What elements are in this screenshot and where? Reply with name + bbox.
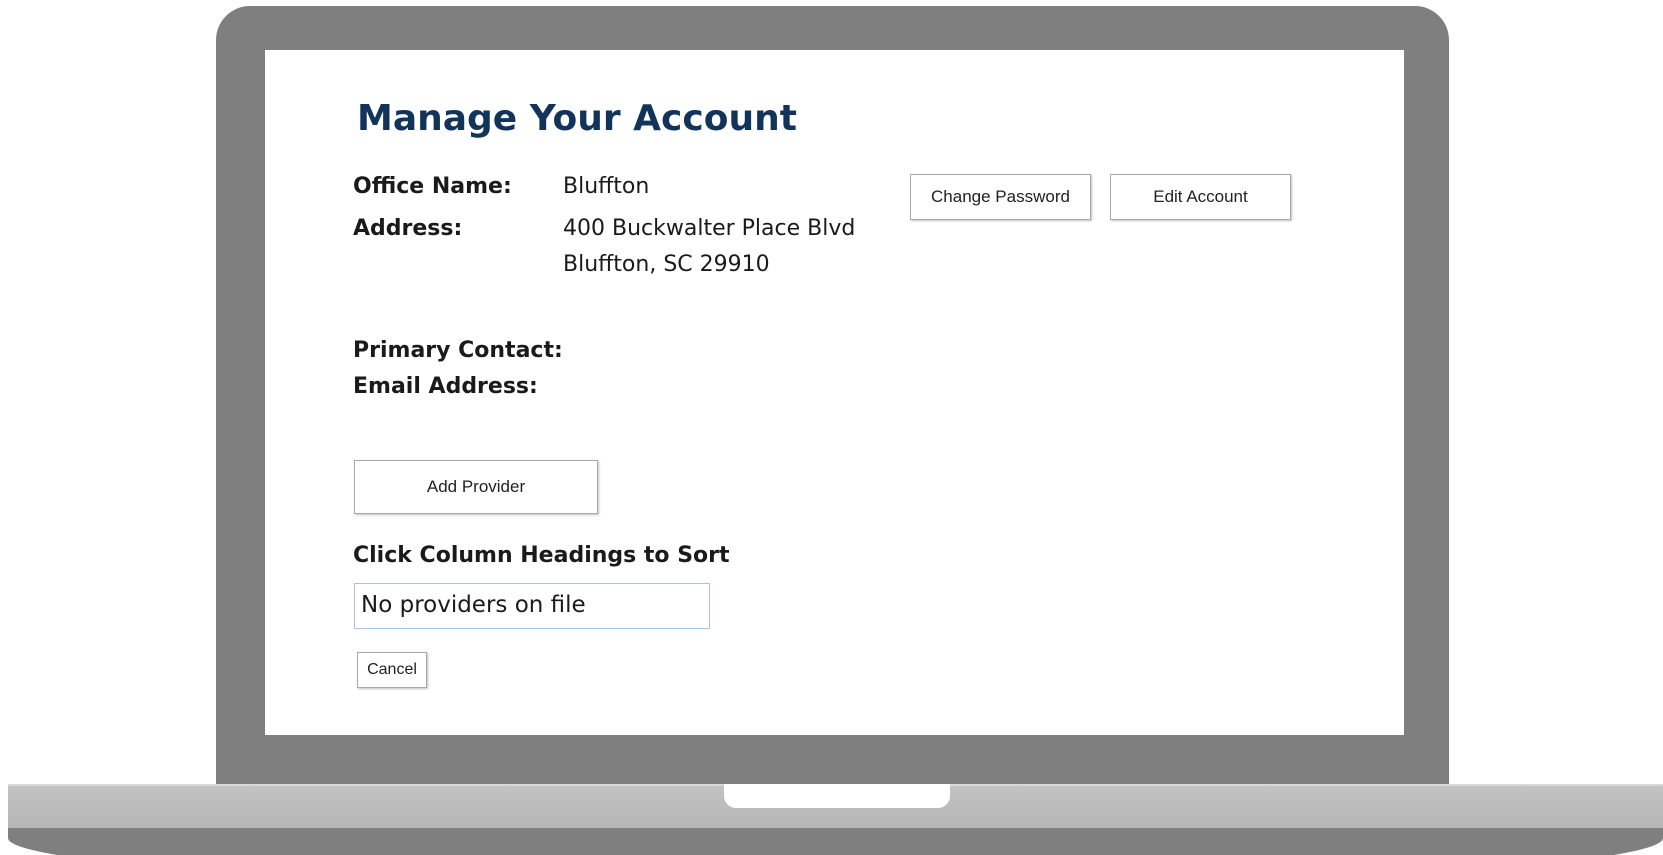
- laptop-base-notch: [724, 784, 950, 808]
- edit-account-button[interactable]: Edit Account: [1110, 174, 1291, 220]
- change-password-button[interactable]: Change Password: [910, 174, 1091, 220]
- address-line-2: Bluffton, SC 29910: [563, 252, 770, 277]
- laptop-base-bottom: [8, 828, 1663, 855]
- add-provider-button[interactable]: Add Provider: [354, 460, 598, 514]
- laptop-base: [8, 784, 1663, 855]
- page-title: Manage Your Account: [357, 98, 797, 139]
- office-name-value: Bluffton: [563, 174, 650, 199]
- providers-empty-message: No providers on file: [361, 592, 586, 618]
- sort-hint: Click Column Headings to Sort: [353, 543, 730, 568]
- address-label: Address:: [353, 216, 463, 241]
- address-line-1: 400 Buckwalter Place Blvd: [563, 216, 856, 241]
- email-address-label: Email Address:: [353, 374, 538, 399]
- providers-table: No providers on file: [354, 583, 710, 629]
- cancel-button[interactable]: Cancel: [357, 652, 427, 688]
- office-name-label: Office Name:: [353, 174, 512, 199]
- primary-contact-label: Primary Contact:: [353, 338, 563, 363]
- laptop-screen: Manage Your Account Office Name: Bluffto…: [265, 50, 1404, 735]
